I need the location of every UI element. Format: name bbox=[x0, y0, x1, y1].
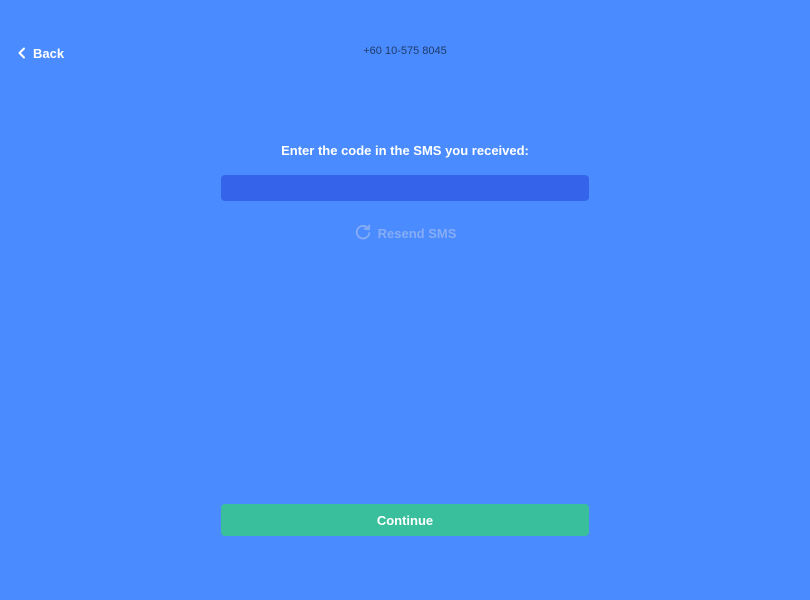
code-prompt: Enter the code in the SMS you received: bbox=[281, 143, 529, 158]
resend-sms-label: Resend SMS bbox=[377, 225, 457, 241]
resend-sms-button[interactable]: Resend SMS bbox=[0, 224, 810, 242]
phone-number: +60 10-575 8045 bbox=[363, 45, 447, 57]
refresh-icon bbox=[355, 224, 370, 240]
continue-button[interactable]: Continue bbox=[221, 504, 589, 536]
sms-code-input[interactable] bbox=[221, 175, 589, 201]
